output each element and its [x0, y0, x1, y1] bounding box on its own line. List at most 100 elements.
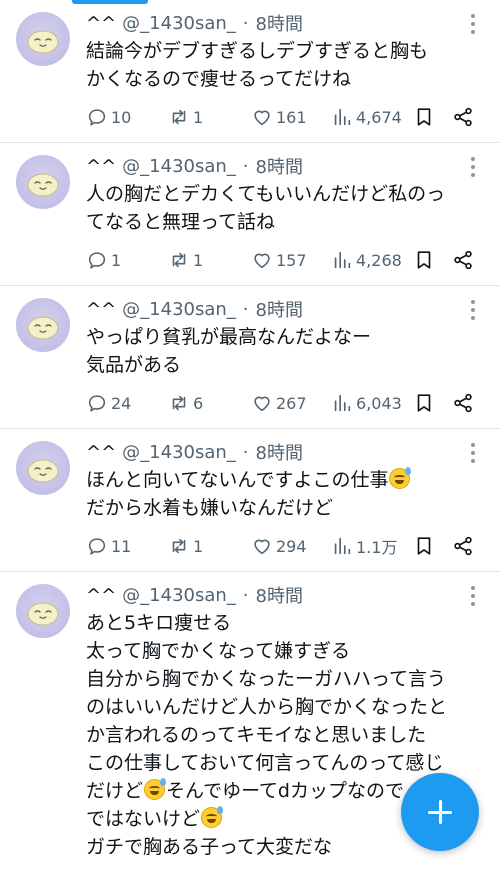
share-button[interactable]: [452, 104, 474, 130]
tweet-line: のはいいんだけど人から胸でかくなったと: [86, 696, 448, 718]
share-button[interactable]: [452, 247, 474, 273]
avatar-face-icon: [27, 173, 59, 197]
reply-icon: [88, 538, 106, 555]
reply-icon: [88, 395, 106, 412]
bookmark-icon: [417, 251, 431, 269]
reply-icon: [88, 252, 106, 269]
reply-icon: [88, 109, 106, 126]
reply-button[interactable]: 10: [86, 104, 131, 130]
retweet-icon: [172, 538, 186, 554]
like-count: 157: [276, 250, 307, 270]
tweet-line-text: ではないけど: [86, 808, 201, 830]
avatar-face-icon: [27, 459, 59, 483]
display-name[interactable]: ^^: [86, 442, 116, 463]
display-name[interactable]: ^^: [86, 299, 116, 320]
tweet-header: ^^ @_1430san_ · 8時間: [86, 439, 303, 465]
heart-icon: [254, 539, 270, 555]
tweet[interactable]: ^^ @_1430san_ · 8時間 人の胸だとデカくてもいいんだけど私のっ …: [0, 143, 500, 286]
heart-icon: [254, 396, 270, 412]
handle[interactable]: @_1430san_: [122, 13, 236, 34]
like-count: 161: [276, 107, 307, 127]
reply-count: 1: [111, 250, 122, 270]
tweet-line-text: そんでゆーてdカップなので: [166, 780, 404, 802]
tweet-line-text: ほんと向いてないんですよこの仕事: [86, 469, 389, 491]
reply-button[interactable]: 11: [86, 533, 131, 559]
tweet-line: 自分から胸でかくなったーガハハって言う: [86, 668, 447, 690]
like-button[interactable]: 294: [251, 533, 307, 559]
bookmark-button[interactable]: [413, 247, 435, 273]
reply-button[interactable]: 1: [86, 247, 121, 273]
like-button[interactable]: 157: [251, 247, 307, 273]
handle[interactable]: @_1430san_: [122, 442, 236, 463]
share-button[interactable]: [452, 533, 474, 559]
bookmark-button[interactable]: [413, 533, 435, 559]
timestamp[interactable]: 8時間: [256, 582, 303, 608]
reply-count: 11: [111, 536, 132, 556]
tweet-line: 人の胸だとデカくてもいいんだけど私のっ: [86, 183, 446, 205]
retweet-icon: [172, 252, 186, 268]
handle[interactable]: @_1430san_: [122, 156, 236, 177]
tweet-line: 気品がある: [86, 354, 182, 376]
retweet-count: 1: [193, 107, 204, 127]
bookmark-button[interactable]: [413, 390, 435, 416]
avatar[interactable]: [16, 584, 70, 638]
retweet-count: 6: [193, 393, 204, 413]
more-icon[interactable]: [470, 300, 476, 320]
compose-button[interactable]: [401, 773, 479, 851]
tweet[interactable]: ^^ @_1430san_ · 8時間 ほんと向いてないんですよこの仕事 だから…: [0, 429, 500, 572]
tweet-line: 太って胸でかくなって嫌すぎる: [86, 640, 351, 662]
views-button[interactable]: 1.1万: [331, 533, 397, 559]
views-icon: [334, 251, 351, 269]
avatar[interactable]: [16, 12, 70, 66]
avatar[interactable]: [16, 155, 70, 209]
more-icon[interactable]: [470, 157, 476, 177]
timestamp[interactable]: 8時間: [256, 153, 303, 179]
tweet-actions: 24 6 267 6,043: [86, 390, 486, 416]
share-button[interactable]: [452, 390, 474, 416]
views-button[interactable]: 4,268: [331, 247, 402, 273]
avatar-face-icon: [27, 30, 59, 54]
tweet[interactable]: ^^ @_1430san_ · 8時間 結論今がデブすぎるしデブすぎると胸も か…: [0, 0, 500, 143]
retweet-icon: [172, 395, 186, 411]
sweat-smile-emoji-icon: [389, 467, 412, 489]
handle[interactable]: @_1430san_: [122, 585, 236, 606]
sweat-smile-emoji-icon: [201, 806, 224, 828]
bookmark-icon: [417, 394, 431, 412]
view-count: 4,268: [356, 250, 402, 270]
avatar[interactable]: [16, 298, 70, 352]
retweet-button[interactable]: 6: [168, 390, 203, 416]
heart-icon: [254, 253, 270, 269]
more-icon[interactable]: [470, 443, 476, 463]
retweet-count: 1: [193, 250, 204, 270]
view-count: 4,674: [356, 107, 402, 127]
more-icon[interactable]: [470, 586, 476, 606]
display-name[interactable]: ^^: [86, 13, 116, 34]
display-name[interactable]: ^^: [86, 585, 116, 606]
timestamp[interactable]: 8時間: [256, 439, 303, 465]
tweet-line: 結論今がデブすぎるしデブすぎると胸も: [86, 40, 429, 62]
like-button[interactable]: 161: [251, 104, 307, 130]
avatar-face-icon: [27, 316, 59, 340]
display-name[interactable]: ^^: [86, 156, 116, 177]
tweet-actions: 1 1 157 4,268: [86, 247, 486, 273]
timestamp[interactable]: 8時間: [256, 10, 303, 36]
tweet-line: この仕事しておいて何言ってんのって感じ: [86, 752, 444, 774]
timestamp[interactable]: 8時間: [256, 296, 303, 322]
views-button[interactable]: 6,043: [331, 390, 402, 416]
tweet-line: やっぱり貧乳が最高なんだよなー: [86, 326, 372, 348]
retweet-button[interactable]: 1: [168, 104, 203, 130]
share-icon: [454, 250, 472, 270]
retweet-button[interactable]: 1: [168, 247, 203, 273]
handle[interactable]: @_1430san_: [122, 299, 236, 320]
avatar[interactable]: [16, 441, 70, 495]
tweet-header: ^^ @_1430san_ · 8時間: [86, 296, 303, 322]
more-icon[interactable]: [470, 14, 476, 34]
reply-button[interactable]: 24: [86, 390, 131, 416]
like-button[interactable]: 267: [251, 390, 307, 416]
views-button[interactable]: 4,674: [331, 104, 402, 130]
bookmark-button[interactable]: [413, 104, 435, 130]
tweet[interactable]: ^^ @_1430san_ · 8時間 やっぱり貧乳が最高なんだよなー 気品があ…: [0, 286, 500, 429]
view-count: 1.1万: [356, 538, 398, 557]
like-count: 294: [276, 536, 307, 556]
retweet-button[interactable]: 1: [168, 533, 203, 559]
